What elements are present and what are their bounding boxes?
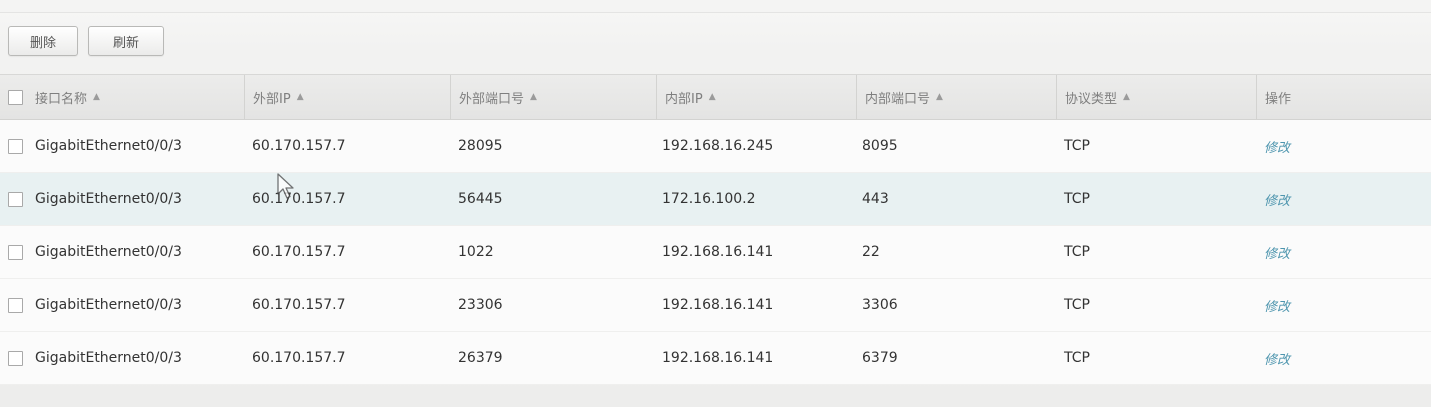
edit-link[interactable]: 修改 [1264,296,1290,315]
internal-ip: 192.168.16.141 [662,297,774,313]
external-port: 56445 [458,191,503,207]
top-strip [0,0,1431,13]
external-port: 1022 [458,244,494,260]
protocol: TCP [1064,138,1090,154]
internal-ip: 192.168.16.245 [662,138,774,154]
edit-link[interactable]: 修改 [1264,243,1290,262]
table-row[interactable]: GigabitEthernet0/0/3 60.170.157.7 23306 … [0,279,1431,332]
header-interface-name-label: 接口名称 [35,91,88,107]
header-internal-port-label: 内部端口号 [865,91,931,107]
refresh-button[interactable]: 刷新 [88,26,164,56]
interface-cell: GigabitEthernet0/0/3 [8,173,244,225]
toolbar: 删除 刷新 [8,26,164,60]
interface-cell: GigabitEthernet0/0/3 [8,120,244,172]
internal-port: 8095 [862,138,898,154]
action-cell: 修改 [1264,173,1424,225]
internal-ip: 192.168.16.141 [662,350,774,366]
edit-link[interactable]: 修改 [1264,137,1290,156]
row-checkbox[interactable] [8,244,23,260]
header-interface-name[interactable]: 接口名称 ▲ [8,75,238,119]
sort-asc-icon: ▲ [530,92,537,102]
interface-cell: GigabitEthernet0/0/3 [8,226,244,278]
sort-asc-icon: ▲ [296,92,304,102]
sort-asc-icon: ▲ [93,92,100,102]
external-ip: 60.170.157.7 [252,191,346,207]
interface-name: GigabitEthernet0/0/3 [35,297,182,313]
action-cell: 修改 [1264,226,1424,278]
external-ip: 60.170.157.7 [252,350,346,366]
sort-asc-icon: ▲ [1123,92,1130,102]
protocol: TCP [1064,350,1090,366]
edit-link[interactable]: 修改 [1264,190,1290,209]
external-ip: 60.170.157.7 [252,297,346,313]
interface-name: GigabitEthernet0/0/3 [35,244,182,260]
header-external-port-label: 外部端口号 [459,91,525,107]
row-checkbox[interactable] [8,138,23,154]
internal-port: 22 [862,244,880,260]
select-all-checkbox[interactable] [8,89,23,105]
internal-ip: 172.16.100.2 [662,191,756,207]
protocol: TCP [1064,297,1090,313]
external-ip: 60.170.157.7 [252,244,346,260]
table-row[interactable]: GigabitEthernet0/0/3 60.170.157.7 1022 1… [0,226,1431,279]
header-protocol[interactable]: 协议类型 ▲ [1056,75,1259,119]
sort-asc-icon: ▲ [708,92,716,102]
interface-name: GigabitEthernet0/0/3 [35,350,182,366]
port-mapping-table: 接口名称 ▲ 外部IP ▲ 外部端口号 ▲ 内部IP ▲ 内部端口号 ▲ 协议类… [0,74,1431,385]
action-cell: 修改 [1264,120,1424,172]
row-checkbox[interactable] [8,191,23,207]
header-protocol-label: 协议类型 [1065,91,1118,107]
header-action: 操作 [1256,75,1431,119]
table-row[interactable]: GigabitEthernet0/0/3 60.170.157.7 56445 … [0,173,1431,226]
internal-ip: 192.168.16.141 [662,244,774,260]
sort-asc-icon: ▲ [936,92,943,102]
external-ip: 60.170.157.7 [252,138,346,154]
interface-name: GigabitEthernet0/0/3 [35,191,182,207]
external-port: 26379 [458,350,503,366]
header-internal-ip[interactable]: 内部IP ▲ [656,75,859,119]
interface-name: GigabitEthernet0/0/3 [35,138,182,154]
header-external-port[interactable]: 外部端口号 ▲ [450,75,659,119]
table-header: 接口名称 ▲ 外部IP ▲ 外部端口号 ▲ 内部IP ▲ 内部端口号 ▲ 协议类… [0,74,1431,120]
header-external-ip-label: 外部IP [253,91,291,107]
row-checkbox[interactable] [8,297,23,313]
action-cell: 修改 [1264,332,1424,384]
interface-cell: GigabitEthernet0/0/3 [8,279,244,331]
protocol: TCP [1064,191,1090,207]
row-checkbox[interactable] [8,350,23,366]
table-row[interactable]: GigabitEthernet0/0/3 60.170.157.7 28095 … [0,120,1431,173]
port-mapping-page: 删除 刷新 接口名称 ▲ 外部IP ▲ 外部端口号 ▲ 内部IP ▲ 内部端口号 [0,0,1431,407]
interface-cell: GigabitEthernet0/0/3 [8,332,244,384]
header-external-ip[interactable]: 外部IP ▲ [244,75,453,119]
delete-button[interactable]: 删除 [8,26,78,56]
table-row[interactable]: GigabitEthernet0/0/3 60.170.157.7 26379 … [0,332,1431,385]
edit-link[interactable]: 修改 [1264,349,1290,368]
header-internal-port[interactable]: 内部端口号 ▲ [856,75,1059,119]
external-port: 23306 [458,297,503,313]
header-internal-ip-label: 内部IP [665,91,703,107]
internal-port: 3306 [862,297,898,313]
protocol: TCP [1064,244,1090,260]
header-action-label: 操作 [1265,91,1292,107]
internal-port: 6379 [862,350,898,366]
external-port: 28095 [458,138,503,154]
action-cell: 修改 [1264,279,1424,331]
internal-port: 443 [862,191,889,207]
